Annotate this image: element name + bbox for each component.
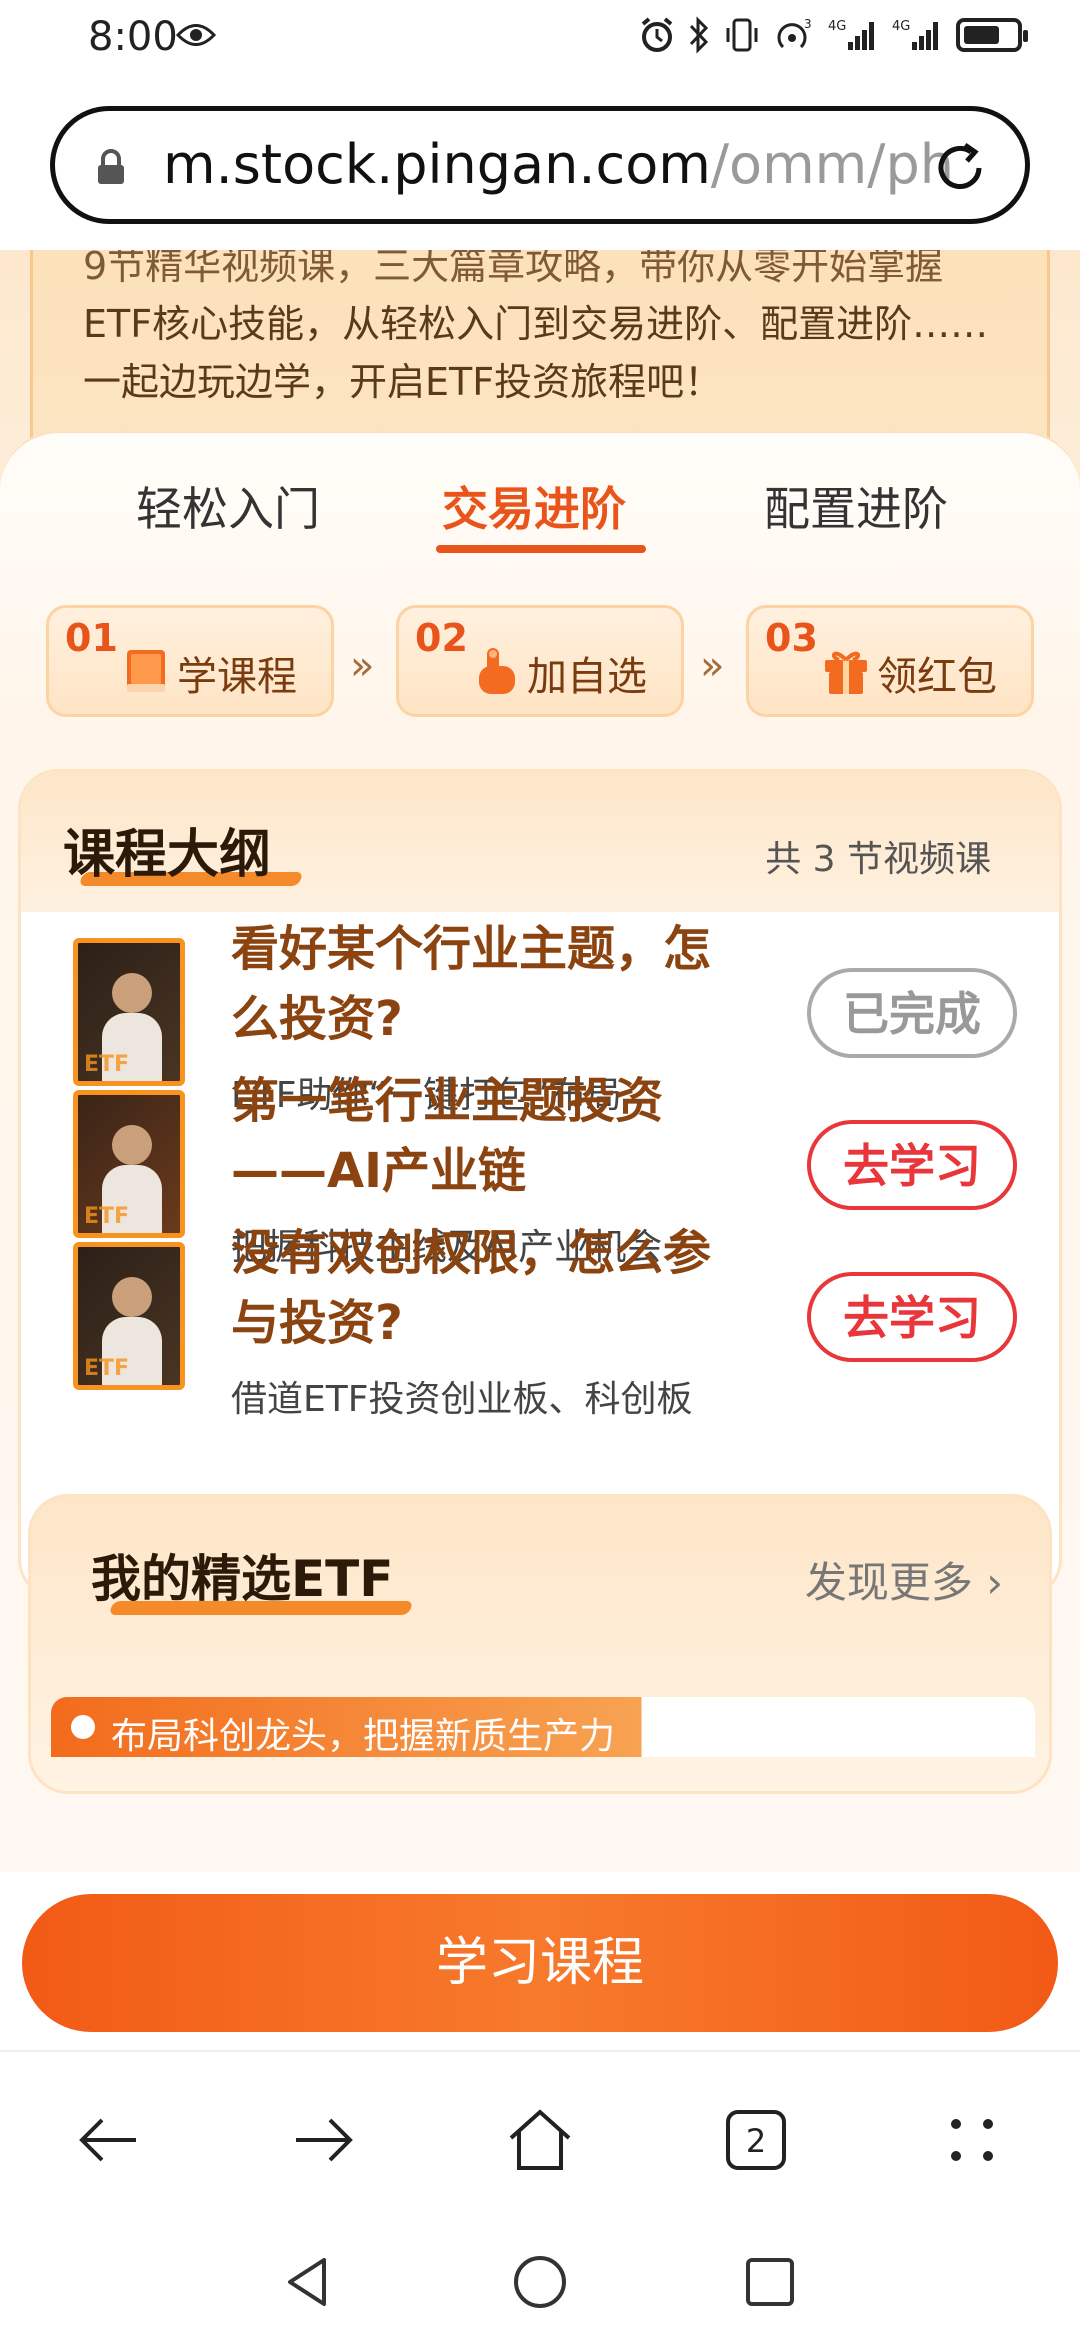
back-button[interactable]: [68, 2100, 148, 2180]
step-number: 01: [65, 616, 118, 660]
svg-text:3: 3: [804, 17, 812, 31]
reload-icon[interactable]: [931, 139, 989, 197]
network-label-1: 4G: [828, 19, 846, 34]
course-thumbnail: ETF: [73, 1242, 185, 1390]
step-arrow: »: [350, 643, 375, 689]
arrow-right-icon: [296, 2118, 353, 2162]
outline-title: 课程大纲: [63, 825, 272, 885]
pin-icon: [71, 1715, 95, 1739]
task-steps: 01 学课程 » 02 加自选 » 03 领红包: [46, 605, 1036, 721]
system-home-icon[interactable]: [510, 2252, 570, 2312]
status-time: 8:00: [88, 14, 178, 60]
go-study-button[interactable]: 去学习: [807, 1272, 1017, 1362]
forward-button[interactable]: [284, 2100, 364, 2180]
course-item[interactable]: ETF 没有双创权限，怎么参与投资? 借道ETF投资创业板、科创板 去学习: [21, 1218, 1059, 1428]
intro-line: 9节精华视频课，三大篇章攻略，带你从零开始掌握: [83, 250, 944, 288]
battery-icon: [956, 18, 1028, 52]
arrow-left-icon: [79, 2118, 136, 2162]
intro-line: 一起边玩边学，开启ETF投资旅程吧！: [83, 360, 723, 404]
step-add-watchlist[interactable]: 02 加自选: [396, 605, 684, 717]
system-navigation-bar: [0, 2220, 1080, 2340]
step-claim-red-packet[interactable]: 03 领红包: [746, 605, 1034, 717]
course-title: 没有双创权限，怎么参与投资?: [231, 1225, 712, 1351]
tab-trading-advanced[interactable]: 交易进阶: [442, 473, 626, 539]
gift-icon: [825, 651, 867, 694]
network-label-2: 4G: [892, 19, 910, 34]
browser-toolbar: 2: [0, 2050, 1080, 2220]
alarm-icon: [641, 17, 673, 52]
my-etf-card: 我的精选ETF 发现更多 › 布局科创龙头，把握新质生产力: [28, 1494, 1052, 1794]
tab-beginner[interactable]: 轻松入门: [136, 473, 320, 539]
page-content[interactable]: 9节精华视频课，三大篇章攻略，带你从零开始掌握 ETF核心技能，从轻松入门到交易…: [0, 250, 1080, 1872]
url-path: /omm/ph: [710, 133, 953, 196]
go-study-button[interactable]: 去学习: [807, 1120, 1017, 1210]
course-outline-card: 课程大纲 共 3 节视频课 ETF 看好某个行业主题，怎么投资? ETF助你“一…: [18, 769, 1062, 1599]
course-title: 第一笔行业主题投资——AI产业链: [231, 1073, 664, 1199]
book-icon: [127, 650, 165, 692]
course-title: 看好某个行业主题，怎么投资?: [231, 921, 712, 1047]
active-tab-indicator: [436, 545, 646, 553]
outline-header: 课程大纲 共 3 节视频课: [21, 772, 1059, 912]
step-label: 学课程: [177, 654, 297, 700]
more-dots-icon: [951, 2119, 993, 2161]
lock-icon: [98, 149, 124, 184]
intro-line: ETF核心技能，从轻松入门到交易进阶、配置进阶……: [83, 302, 989, 346]
course-thumbnail: ETF: [73, 1090, 185, 1238]
presenter-image: [112, 973, 152, 1013]
system-back-icon[interactable]: [278, 2252, 338, 2312]
step-label: 加自选: [527, 654, 647, 700]
discover-more-label: 发现更多: [804, 1558, 973, 1607]
presenter-image: [112, 1277, 152, 1317]
menu-button[interactable]: [932, 2100, 1012, 2180]
battery-fill: [964, 26, 999, 44]
outline-count: 共 3 节视频课: [765, 839, 991, 880]
step-number: 02: [415, 616, 468, 660]
tabs-button[interactable]: 2: [716, 2100, 796, 2180]
vibrate-icon: [726, 18, 758, 52]
signal-icon-1: 4G: [828, 19, 874, 50]
completed-button[interactable]: 已完成: [807, 968, 1017, 1058]
course-thumbnail: ETF: [73, 938, 185, 1086]
discover-more-link[interactable]: 发现更多 ›: [805, 1549, 1003, 1610]
study-course-button[interactable]: 学习课程: [22, 1894, 1058, 2032]
url-host: m.stock.pingan.com: [163, 133, 711, 196]
status-bar: 8:00 3 4G 4G: [0, 0, 1080, 80]
thumb-label: ETF: [84, 1356, 130, 1381]
step-label: 领红包: [877, 654, 997, 700]
step-arrow: »: [700, 643, 725, 689]
hand-tap-icon: [479, 648, 515, 694]
presenter-image: [112, 1125, 152, 1165]
step-number: 03: [765, 616, 818, 660]
url-text[interactable]: m.stock.pingan.com/omm/ph: [163, 133, 953, 196]
tabs-icon: 2: [726, 2110, 786, 2170]
signal-icon-2: 4G: [892, 19, 938, 50]
system-recents-icon[interactable]: [740, 2252, 800, 2312]
etf-banner-text: 布局科创龙头，把握新质生产力: [111, 1716, 616, 1757]
course-subtitle: 借道ETF投资创业板、科创板: [231, 1379, 693, 1420]
etf-section-title: 我的精选ETF: [91, 1550, 394, 1608]
address-bar[interactable]: m.stock.pingan.com/omm/ph: [50, 106, 1030, 224]
eye-icon: [176, 24, 216, 46]
bluetooth-icon: [689, 16, 709, 54]
tab-allocation-advanced[interactable]: 配置进阶: [764, 473, 948, 539]
chevron-right-icon: ›: [986, 1558, 1003, 1607]
tab-count: 2: [746, 2122, 766, 2160]
home-icon: [509, 2109, 571, 2170]
home-button[interactable]: [500, 2100, 580, 2180]
etf-banner[interactable]: 布局科创龙头，把握新质生产力: [51, 1697, 1035, 1757]
step-learn-course[interactable]: 01 学课程: [46, 605, 334, 717]
status-icons: 3 4G 4G: [640, 16, 1028, 54]
hotspot-icon: 3: [777, 17, 812, 49]
intro-text: 9节精华视频课，三大篇章攻略，带你从零开始掌握 ETF核心技能，从轻松入门到交易…: [83, 250, 1043, 411]
section-tabs: 轻松入门 交易进阶 配置进阶: [0, 473, 1080, 563]
